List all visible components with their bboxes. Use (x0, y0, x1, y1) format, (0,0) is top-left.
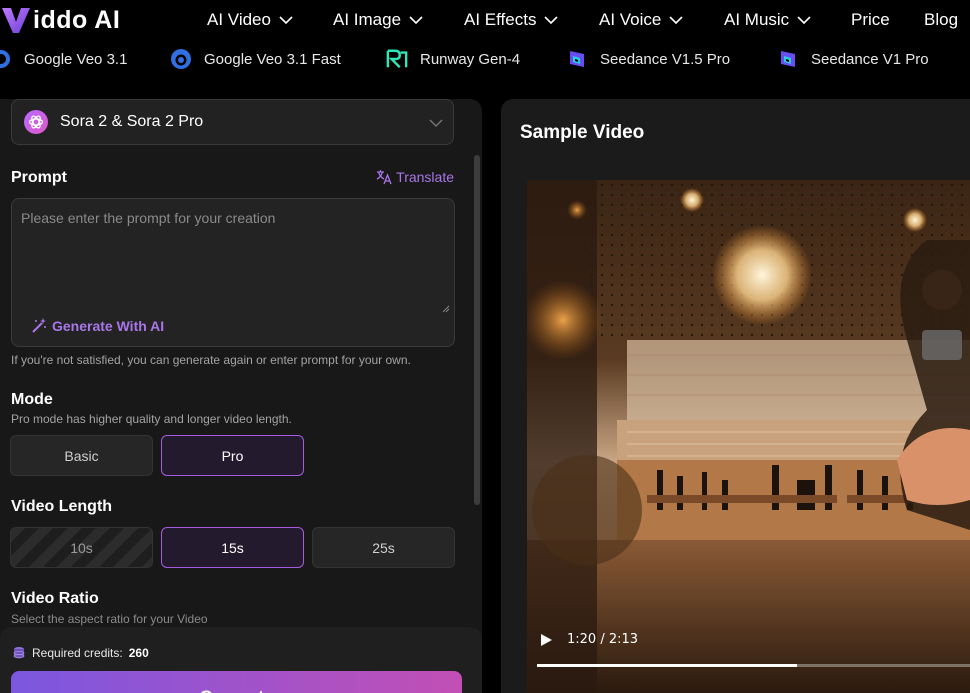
model-label: Google Veo 3.1 (24, 50, 128, 68)
model-label: Seedance V1.5 Pro (600, 50, 731, 68)
nav-ai-video[interactable]: AI Video (207, 8, 293, 32)
credits-value: 260 (128, 646, 149, 660)
nav-label: AI Effects (464, 10, 537, 29)
length-25s-button[interactable]: 25s (312, 527, 455, 568)
prompt-box: Generate With AI (11, 198, 455, 347)
seedance-icon (570, 51, 584, 67)
seedance-icon (781, 51, 795, 67)
openai-icon (24, 110, 48, 134)
generator-panel: Sora 2 & Sora 2 Pro Prompt Translate Gen… (0, 99, 482, 693)
length-15s-button[interactable]: 15s (161, 527, 304, 568)
nav-blog[interactable]: Blog (924, 8, 958, 32)
video-progress-bar[interactable] (537, 664, 970, 667)
nav-ai-voice[interactable]: AI Voice (599, 8, 683, 32)
resize-grip-icon[interactable] (442, 305, 450, 313)
chevron-down-icon (279, 16, 293, 25)
sample-video-player[interactable]: 1:20 / 2:13 (527, 180, 970, 693)
mode-description: Pro mode has higher quality and longer v… (11, 412, 292, 426)
required-credits: Required credits: 260 (12, 646, 149, 660)
nav-ai-effects[interactable]: AI Effects (464, 8, 559, 32)
mode-title: Mode (11, 391, 53, 408)
nav-label: AI Image (333, 10, 402, 29)
magic-wand-icon (32, 318, 46, 333)
translate-icon (376, 170, 392, 185)
credits-label: Required credits: (32, 646, 123, 660)
chevron-down-icon (429, 119, 443, 127)
model-label: Runway Gen-4 (420, 50, 521, 68)
top-nav: iddo AI AI Video AI Image AI Effects AI … (0, 0, 970, 40)
sample-panel: Sample Video 1:20 / 2:13 (501, 99, 970, 693)
prompt-hint: If you're not satisfied, you can generat… (11, 353, 411, 367)
video-progress-fill (537, 664, 797, 667)
model-label: Google Veo 3.1 Fast (204, 50, 341, 68)
logo[interactable]: iddo AI (0, 4, 120, 36)
nav-ai-image[interactable]: AI Image (333, 8, 423, 32)
models-strip: Google Veo 3.1 Google Veo 3.1 Fast Runwa… (0, 40, 970, 80)
nav-price[interactable]: Price (851, 8, 890, 32)
panel-scrollbar[interactable] (474, 155, 480, 505)
google-veo-icon (0, 50, 10, 68)
video-length-title: Video Length (11, 498, 113, 515)
nav-label: AI Voice (599, 10, 662, 29)
nav-label: AI Video (207, 10, 271, 29)
sample-video-title: Sample Video (520, 122, 645, 143)
nav-label: AI Music (724, 10, 790, 29)
model-seedance-v1-5-pro[interactable]: Seedance V1.5 Pro (566, 48, 730, 70)
runway-icon (386, 49, 408, 69)
generate-button[interactable]: Generate (11, 671, 462, 693)
video-frame-image (527, 180, 970, 693)
video-time: 1:20 / 2:13 (567, 632, 639, 647)
model-select-value: Sora 2 & Sora 2 Pro (60, 113, 204, 130)
logo-v-icon (2, 8, 30, 33)
generate-with-ai-button[interactable]: Generate With AI (30, 317, 164, 335)
prompt-title: Prompt (11, 169, 67, 186)
generate-with-ai-label: Generate With AI (52, 318, 165, 334)
video-controls: 1:20 / 2:13 (527, 620, 970, 680)
model-runway-gen-4[interactable]: Runway Gen-4 (386, 48, 520, 70)
coins-icon (13, 647, 25, 659)
model-google-veo-3-1[interactable]: Google Veo 3.1 (0, 48, 127, 70)
video-ratio-title: Video Ratio (11, 590, 99, 607)
translate-label: Translate (396, 169, 454, 185)
generate-bar: Required credits: 260 Generate (0, 627, 482, 693)
chevron-down-icon (669, 16, 683, 25)
mode-basic-button[interactable]: Basic (10, 435, 153, 476)
model-google-veo-3-1-fast[interactable]: Google Veo 3.1 Fast (170, 48, 341, 70)
length-10s-button[interactable]: 10s (10, 527, 153, 568)
video-ratio-description: Select the aspect ratio for your Video (11, 612, 208, 626)
prompt-input[interactable] (12, 199, 454, 317)
nav-ai-music[interactable]: AI Music (724, 8, 811, 32)
model-seedance-v1-pro[interactable]: Seedance V1 Pro (777, 48, 929, 70)
nav-label: Blog (924, 10, 959, 29)
model-select[interactable]: Sora 2 & Sora 2 Pro (11, 99, 454, 145)
nav-label: Price (851, 10, 890, 29)
logo-text: iddo AI (33, 5, 121, 34)
chevron-down-icon (797, 16, 811, 25)
mode-pro-button[interactable]: Pro (161, 435, 304, 476)
model-label: Seedance V1 Pro (811, 50, 929, 68)
translate-button[interactable]: Translate (376, 169, 454, 185)
play-icon[interactable] (539, 633, 553, 647)
chevron-down-icon (544, 16, 559, 25)
chevron-down-icon (409, 16, 423, 25)
google-veo-icon (171, 49, 191, 69)
